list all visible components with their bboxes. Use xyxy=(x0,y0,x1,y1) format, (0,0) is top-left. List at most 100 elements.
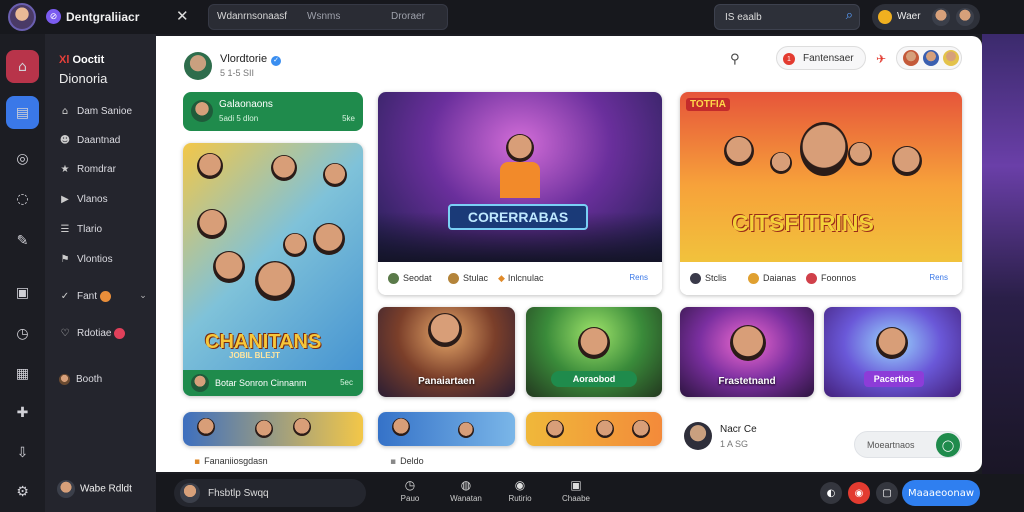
nav-item-label: Wanatan xyxy=(450,494,482,503)
video-card[interactable]: Aoraobod xyxy=(526,307,662,397)
settings-icon[interactable]: ⚙ xyxy=(6,475,39,508)
home-icon[interactable]: ⌂ xyxy=(6,50,39,83)
nav-item[interactable]: ◉ Rutirio xyxy=(500,478,540,503)
sidebar-item[interactable]: Booth xyxy=(59,374,102,385)
sidebar-item[interactable]: ♡ Rdotiae xyxy=(59,328,126,339)
sidebar-item[interactable]: ⚑ Vlontios xyxy=(59,254,113,265)
feed-icon[interactable]: ▤ xyxy=(6,96,39,129)
character-face xyxy=(323,163,347,187)
link-icon[interactable]: ⚲ xyxy=(730,52,740,67)
comment-input[interactable]: Moeartnaos ◯ xyxy=(854,431,962,458)
folder-icon: ▪ xyxy=(390,457,397,467)
card-link[interactable]: Rens xyxy=(929,273,948,282)
share-icon[interactable]: ✈ xyxy=(876,52,886,66)
avatar[interactable] xyxy=(684,422,712,450)
video-card[interactable] xyxy=(526,412,662,446)
right-search-value: IS eaalb xyxy=(725,12,762,23)
avatar xyxy=(180,483,200,503)
sidebar-item[interactable]: ✓ Fant ⌄ xyxy=(59,291,147,303)
list-item[interactable]: ▪ Fananiiosgdasn xyxy=(194,456,268,467)
profile-menu[interactable]: Waer xyxy=(872,4,980,30)
primary-action-button[interactable]: Maaaeoonaw xyxy=(902,480,980,506)
sidebar-item[interactable]: ▶ Vlanos xyxy=(59,194,108,205)
list-item-label: Deldo xyxy=(400,456,424,466)
avatar[interactable] xyxy=(8,3,36,31)
avatar xyxy=(923,50,939,66)
status-badge xyxy=(100,291,112,302)
feature-card-right[interactable]: TOTFIA CITSFITRINS Stclis Daianas Foonno… xyxy=(680,92,962,295)
video-card[interactable]: Panaiartaen xyxy=(378,307,515,397)
character-face xyxy=(632,420,650,438)
profile-name: Waer xyxy=(897,11,921,22)
tag-icon: ◆ xyxy=(498,274,505,284)
bottom-bar: Fhsbtlp Swqq ◷ Pauo ◍ Wanatan ◉ Rutirio ▣ Ch… xyxy=(156,474,1024,512)
explore-icon[interactable]: ◎ xyxy=(6,142,39,175)
nav-item-label: Rutirio xyxy=(508,494,532,503)
avatar xyxy=(690,273,701,285)
card-footer-count: 5ec xyxy=(340,378,353,387)
card-footer-text: Inlcnulac xyxy=(507,273,544,283)
nav-item[interactable]: ▣ Chaabe xyxy=(556,478,596,503)
download-icon[interactable]: ⇩ xyxy=(6,436,39,469)
card-link[interactable]: Rens xyxy=(629,273,648,282)
card-footer-text: Botar Sonron Cinnanm xyxy=(215,378,307,388)
list-item[interactable]: ▪ Deldo xyxy=(390,456,424,467)
avatar xyxy=(191,374,209,392)
sidebar-item-label: Vlanos xyxy=(77,194,108,205)
sidebar: Xl Ooctit Dionoria ⌂ Dam Sanioe ☻ Daantnad… xyxy=(45,34,156,512)
avatar[interactable] xyxy=(184,52,212,80)
follow-button[interactable]: 1 Fantensaer xyxy=(776,46,866,70)
nav-item[interactable]: ◷ Pauo xyxy=(390,478,430,503)
mic-icon[interactable]: ◐ xyxy=(820,482,842,504)
sidebar-item-label: Fant xyxy=(77,291,98,303)
feature-card-left[interactable]: CHANITANS JOBIL BLEJT Botar Sonron Cinna… xyxy=(183,143,363,396)
character-face xyxy=(313,223,345,255)
screen-icon[interactable]: ▢ xyxy=(876,482,898,504)
chat-icon[interactable]: ◌ xyxy=(6,182,39,215)
sidebar-user[interactable]: Wabe Rdldt xyxy=(57,480,132,498)
member-avatars[interactable] xyxy=(896,46,962,70)
video-card[interactable]: Pacertios xyxy=(824,307,961,397)
character-face xyxy=(255,420,273,438)
edit-icon[interactable]: ✎ xyxy=(6,224,39,257)
background-scene xyxy=(982,34,1024,474)
clock-icon[interactable]: ◷ xyxy=(6,317,39,350)
sidebar-item[interactable]: ☻ Daantnad xyxy=(59,135,121,146)
search-hint: Wsnms xyxy=(307,11,341,22)
gift-icon[interactable]: ✚ xyxy=(6,396,39,429)
character-face xyxy=(255,261,295,301)
sidebar-item-label: Dam Sanioe xyxy=(77,106,133,117)
video-card-title: Panaiartaen xyxy=(418,376,475,387)
sidebar-title-mark: Xl xyxy=(59,54,70,66)
avatar[interactable] xyxy=(932,8,950,26)
avatar xyxy=(448,273,459,285)
feature-card-middle[interactable]: CORERRABAS Seodat Stulac ◆ Inlcnulac Rens xyxy=(378,92,662,295)
group-banner[interactable]: Galaonaons 5adi 5 dlon 5ke xyxy=(183,92,363,131)
sidebar-item[interactable]: ⌂ Dam Sanioe xyxy=(59,106,132,117)
sidebar-title: Xl Ooctit xyxy=(59,54,104,66)
media-icon[interactable]: ▣ xyxy=(6,276,39,309)
notes-icon[interactable]: ▦ xyxy=(6,357,39,390)
chevron-down-icon[interactable]: ⌄ xyxy=(137,291,149,301)
user-chip[interactable]: Fhsbtlp Swqq xyxy=(174,479,366,507)
video-card[interactable]: Frastetnand xyxy=(680,307,814,397)
video-card[interactable] xyxy=(378,412,515,446)
avatar[interactable] xyxy=(956,8,974,26)
send-icon[interactable]: ◯ xyxy=(936,433,960,457)
search-icon[interactable]: ⌕ xyxy=(846,8,853,23)
nav-item[interactable]: ◍ Wanatan xyxy=(446,478,486,503)
sidebar-item[interactable]: ★ Romdrar xyxy=(59,164,116,175)
channel-name: Vlordtorie ✓ xyxy=(220,53,282,66)
game-icon: ◉ xyxy=(514,478,526,492)
video-card[interactable] xyxy=(183,412,363,446)
close-icon[interactable]: ✕ xyxy=(176,7,189,25)
right-search-input[interactable]: IS eaalb ⌕ xyxy=(714,4,860,30)
sidebar-item[interactable]: ☰ Tlario xyxy=(59,224,103,235)
record-icon[interactable]: ◉ xyxy=(848,482,870,504)
card-footer-item: Daianas xyxy=(748,273,796,285)
card-footer-item: Stclis xyxy=(690,273,727,285)
channel-meta: 5 1-5 SII xyxy=(220,68,255,78)
tab-droraer[interactable]: Droraer xyxy=(391,11,425,22)
character-face xyxy=(197,418,215,436)
character-face xyxy=(848,142,872,166)
